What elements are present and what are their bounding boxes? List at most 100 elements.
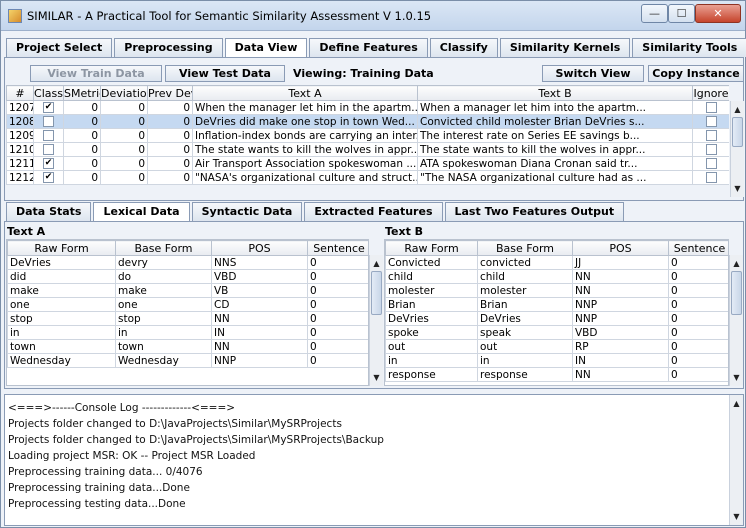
tab-define-features[interactable]: Define Features: [309, 38, 428, 57]
text-b-col-base-form[interactable]: Base Form: [477, 240, 573, 256]
row-id: 1212: [6, 170, 34, 185]
col-header-text-b[interactable]: Text B: [417, 85, 693, 101]
text-b-col-sentence[interactable]: Sentence: [668, 240, 728, 256]
table-row[interactable]: in in IN 0: [385, 353, 728, 368]
text-a-scrollbar[interactable]: ▲ ▼: [369, 255, 383, 386]
tab-last-two-features-output[interactable]: Last Two Features Output: [444, 202, 625, 221]
maximize-button[interactable]: ☐: [668, 4, 695, 23]
data-table-scrollbar[interactable]: ▲ ▼: [730, 101, 744, 197]
sentence-cell: 0: [307, 269, 368, 284]
class-check-icon[interactable]: ✔: [43, 172, 54, 183]
pos-cell: CD: [211, 297, 308, 312]
col-header-text-a[interactable]: Text A: [192, 85, 418, 101]
tab-classify[interactable]: Classify: [429, 38, 498, 57]
scroll-up-icon[interactable]: ▲: [731, 103, 744, 116]
scroll-down-icon[interactable]: ▼: [731, 182, 744, 195]
table-row[interactable]: DeVries DeVries NNP 0: [385, 311, 728, 326]
table-row[interactable]: response response NN 0: [385, 367, 728, 382]
class-check-icon[interactable]: [43, 116, 54, 127]
table-row[interactable]: in in IN 0: [7, 325, 368, 340]
text-a-label: Text A: [7, 225, 46, 238]
text-a-col-pos[interactable]: POS: [211, 240, 308, 256]
text-b-col-pos[interactable]: POS: [572, 240, 669, 256]
raw-form-cell: Convicted: [385, 255, 478, 270]
tab-extracted-features[interactable]: Extracted Features: [304, 202, 443, 221]
text-a-col-base-form[interactable]: Base Form: [115, 240, 212, 256]
table-row[interactable]: town town NN 0: [7, 339, 368, 354]
scroll-up-icon[interactable]: ▲: [370, 257, 383, 270]
scroll-thumb[interactable]: [732, 117, 743, 147]
class-check-icon[interactable]: [43, 130, 54, 141]
scroll-down-icon[interactable]: ▼: [730, 371, 743, 384]
table-row[interactable]: make make VB 0: [7, 283, 368, 298]
tab-project-select[interactable]: Project Select: [6, 38, 113, 57]
text-a-col-sentence[interactable]: Sentence: [307, 240, 368, 256]
ignore-checkbox: [692, 156, 729, 171]
prev-dev-cell: 0: [147, 114, 193, 129]
scroll-thumb[interactable]: [731, 271, 742, 315]
col-header-smetric[interactable]: SMetric: [63, 85, 101, 101]
col-header-ignore[interactable]: Ignore: [692, 85, 729, 101]
table-row[interactable]: 1207 ✔ 0 0 0 When the manager let him in the …: [6, 100, 729, 115]
table-row[interactable]: child child NN 0: [385, 269, 728, 284]
ignore-check-icon[interactable]: [705, 116, 717, 127]
copy-instance-button[interactable]: Copy Instance: [648, 65, 744, 82]
class-check-icon[interactable]: [43, 144, 54, 155]
text-a-table: Raw Form Base Form POS Sentence DeVries d…: [7, 240, 368, 368]
text-b-scrollbar[interactable]: ▲ ▼: [729, 255, 743, 386]
class-check-icon[interactable]: ✔: [43, 158, 54, 169]
col-header-deviation[interactable]: Deviation: [100, 85, 148, 101]
view-test-data-button[interactable]: View Test Data: [165, 65, 285, 82]
col-header-class[interactable]: Class: [33, 85, 64, 101]
table-row[interactable]: stop stop NN 0: [7, 311, 368, 326]
table-row[interactable]: one one CD 0: [7, 297, 368, 312]
tab-data-stats[interactable]: Data Stats: [6, 202, 92, 221]
console-log[interactable]: <===>------Console Log -------------<===…: [4, 394, 744, 526]
col-header-prev-dev[interactable]: Prev Dev: [147, 85, 193, 101]
tab-syntactic-data[interactable]: Syntactic Data: [191, 202, 303, 221]
console-line: Preprocessing testing data...Done: [8, 498, 186, 510]
base-form-cell: in: [115, 325, 212, 340]
tab-similarity-kernels[interactable]: Similarity Kernels: [499, 38, 631, 57]
pos-cell: NN: [572, 283, 669, 298]
table-row[interactable]: did do VBD 0: [7, 269, 368, 284]
scroll-down-icon[interactable]: ▼: [730, 510, 743, 523]
ignore-check-icon[interactable]: [705, 130, 717, 141]
table-row[interactable]: 1208 0 0 0 DeVries did make one stop in town…: [6, 114, 729, 129]
text-a-col-raw-form[interactable]: Raw Form: [7, 240, 116, 256]
ignore-check-icon[interactable]: [705, 144, 717, 155]
table-row[interactable]: Convicted convicted JJ 0: [385, 255, 728, 270]
table-row[interactable]: 1211 ✔ 0 0 0 Air Transport Association spokes…: [6, 156, 729, 171]
table-row[interactable]: out out RP 0: [385, 339, 728, 354]
tab-similarity-tools[interactable]: Similarity Tools: [632, 38, 746, 57]
console-scrollbar[interactable]: ▲ ▼: [729, 395, 743, 525]
scroll-down-icon[interactable]: ▼: [370, 371, 383, 384]
table-row[interactable]: spoke speak VBD 0: [385, 325, 728, 340]
scroll-up-icon[interactable]: ▲: [730, 257, 743, 270]
text-a-cell: Inflation-index bonds are carrying an in…: [192, 128, 418, 143]
table-row[interactable]: Brian Brian NNP 0: [385, 297, 728, 312]
view-train-data-button[interactable]: View Train Data: [30, 65, 162, 82]
close-button[interactable]: ✕: [695, 4, 741, 23]
text-a-cell: DeVries did make one stop in town Wed...: [192, 114, 418, 129]
scroll-up-icon[interactable]: ▲: [730, 397, 743, 410]
scroll-thumb[interactable]: [371, 271, 382, 315]
tab-data-view[interactable]: Data View: [224, 38, 308, 57]
table-row[interactable]: 1210 0 0 0 The state wants to kill the wolve…: [6, 142, 729, 157]
table-row[interactable]: DeVries devry NNS 0: [7, 255, 368, 270]
ignore-check-icon[interactable]: [705, 102, 717, 113]
minimize-button[interactable]: —: [641, 4, 668, 23]
col-header-id[interactable]: #: [6, 85, 34, 101]
table-row[interactable]: 1209 0 0 0 Inflation-index bonds are carryin…: [6, 128, 729, 143]
table-row[interactable]: 1212 ✔ 0 0 0 "NASA's organizational culture a…: [6, 170, 729, 185]
table-row[interactable]: molester molester NN 0: [385, 283, 728, 298]
switch-view-button[interactable]: Switch View: [542, 65, 644, 82]
class-check-icon[interactable]: ✔: [43, 102, 54, 113]
ignore-check-icon[interactable]: [705, 158, 717, 169]
ignore-check-icon[interactable]: [705, 172, 717, 183]
tab-lexical-data[interactable]: Lexical Data: [93, 202, 190, 221]
text-b-table: Raw Form Base Form POS Sentence Convicte…: [385, 240, 728, 382]
table-row[interactable]: Wednesday Wednesday NNP 0: [7, 353, 368, 368]
text-b-col-raw-form[interactable]: Raw Form: [385, 240, 478, 256]
tab-preprocessing[interactable]: Preprocessing: [114, 38, 223, 57]
